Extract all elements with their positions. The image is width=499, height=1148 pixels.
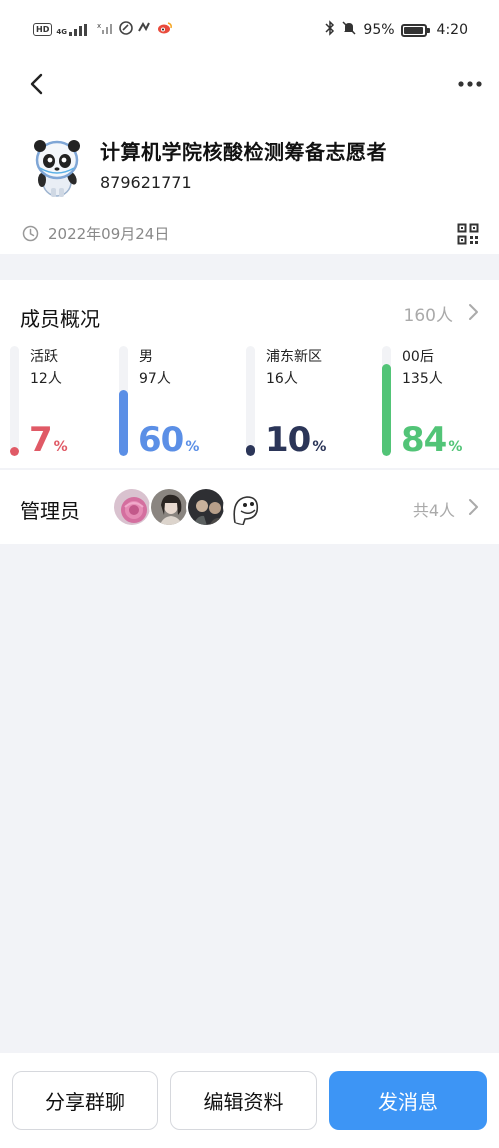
admins-title: 管理员 xyxy=(20,499,80,523)
stat-count: 16人 xyxy=(266,371,298,387)
edit-profile-button[interactable]: 编辑资料 xyxy=(170,1071,317,1130)
stat-bar-fill xyxy=(10,447,19,456)
group-avatar[interactable] xyxy=(24,134,90,200)
stat-label: 男 xyxy=(139,349,153,365)
created-date-row: 2022年09月24日 xyxy=(22,223,169,244)
members-overview-title: 成员概况 xyxy=(20,307,100,331)
admin-avatar-list xyxy=(112,487,263,527)
stat-count: 97人 xyxy=(139,371,171,387)
stat-label: 活跃 xyxy=(30,349,58,365)
bluetooth-icon xyxy=(325,20,335,40)
hd-badge: HD xyxy=(33,23,53,36)
more-button[interactable] xyxy=(455,72,485,96)
status-icons-right: 95% 4:20 xyxy=(325,20,468,40)
weibo-icon xyxy=(157,21,173,38)
admins-total: 共4人 xyxy=(412,501,455,520)
stat-bar-fill xyxy=(382,364,391,456)
stat-bar-track xyxy=(382,346,391,456)
stat-active: 活跃 12人 7% xyxy=(10,346,120,460)
members-count: 160人 xyxy=(403,306,453,326)
clock-icon xyxy=(22,225,39,242)
bottom-action-bar: 分享群聊 编辑资料 发消息 xyxy=(0,1053,499,1148)
svg-text:x: x xyxy=(97,22,101,30)
qr-code-icon xyxy=(457,223,479,245)
no-signal-icon: x xyxy=(97,22,115,37)
created-date: 2022年09月24日 xyxy=(48,225,170,243)
stat-bar-track xyxy=(10,346,19,456)
panda-mascot-icon xyxy=(34,140,80,197)
group-name: 计算机学院核酸检测筹备志愿者 xyxy=(100,140,387,164)
admins-row[interactable]: 管理员 共4人 xyxy=(0,470,499,544)
back-button[interactable] xyxy=(22,70,52,100)
avatar xyxy=(112,487,152,527)
group-id: 879621771 xyxy=(100,173,192,192)
person-photo-icon xyxy=(151,489,187,525)
chevron-left-icon xyxy=(30,73,43,95)
avatar xyxy=(186,487,226,527)
more-dots-icon xyxy=(458,81,482,87)
clock-time: 4:20 xyxy=(436,22,468,38)
send-message-button[interactable]: 发消息 xyxy=(329,1071,487,1130)
stat-percent: 10% xyxy=(265,420,327,460)
stat-bar-fill xyxy=(246,445,255,456)
stat-percent: 60% xyxy=(138,420,200,460)
rose-photo-icon xyxy=(114,489,150,525)
chevron-right-icon xyxy=(469,499,478,515)
members-overview-card[interactable]: 成员概况 160人 活跃 12人 7% 男 97人 60% 浦东新区 16人 1… xyxy=(0,280,499,468)
share-group-button[interactable]: 分享群聊 xyxy=(12,1071,158,1130)
avatar xyxy=(223,487,263,527)
stat-bar-track xyxy=(119,346,128,456)
stat-bar-track xyxy=(246,346,255,456)
stat-percent: 7% xyxy=(29,420,68,460)
signal-icon: 4G xyxy=(56,23,93,36)
stat-region: 浦东新区 16人 10% xyxy=(246,346,356,460)
group-photo-icon xyxy=(188,489,224,525)
browser-icon xyxy=(119,21,133,38)
battery-percent: 95% xyxy=(363,22,395,38)
mute-bell-icon xyxy=(341,20,357,40)
stat-count: 12人 xyxy=(30,371,62,387)
app-icon xyxy=(137,21,153,38)
stat-count: 135人 xyxy=(402,371,443,387)
chevron-right-icon xyxy=(469,304,478,320)
stat-label: 浦东新区 xyxy=(266,349,322,365)
battery-icon xyxy=(400,23,430,37)
network-type-label: 4G xyxy=(56,27,67,36)
cartoon-bird-icon xyxy=(225,489,261,525)
group-info-card: 计算机学院核酸检测筹备志愿者 879621771 2022年09月24日 xyxy=(0,60,499,254)
stat-age: 00后 135人 84% xyxy=(382,346,492,460)
qr-code-button[interactable] xyxy=(457,223,479,245)
status-bar: HD 4G x 95% 4:20 xyxy=(0,0,499,60)
status-icons-left: HD 4G x xyxy=(33,21,173,38)
avatar xyxy=(149,487,189,527)
stat-percent: 84% xyxy=(401,420,463,460)
stat-label: 00后 xyxy=(402,349,434,365)
stat-bar-fill xyxy=(119,390,128,456)
stat-gender: 男 97人 60% xyxy=(119,346,229,460)
